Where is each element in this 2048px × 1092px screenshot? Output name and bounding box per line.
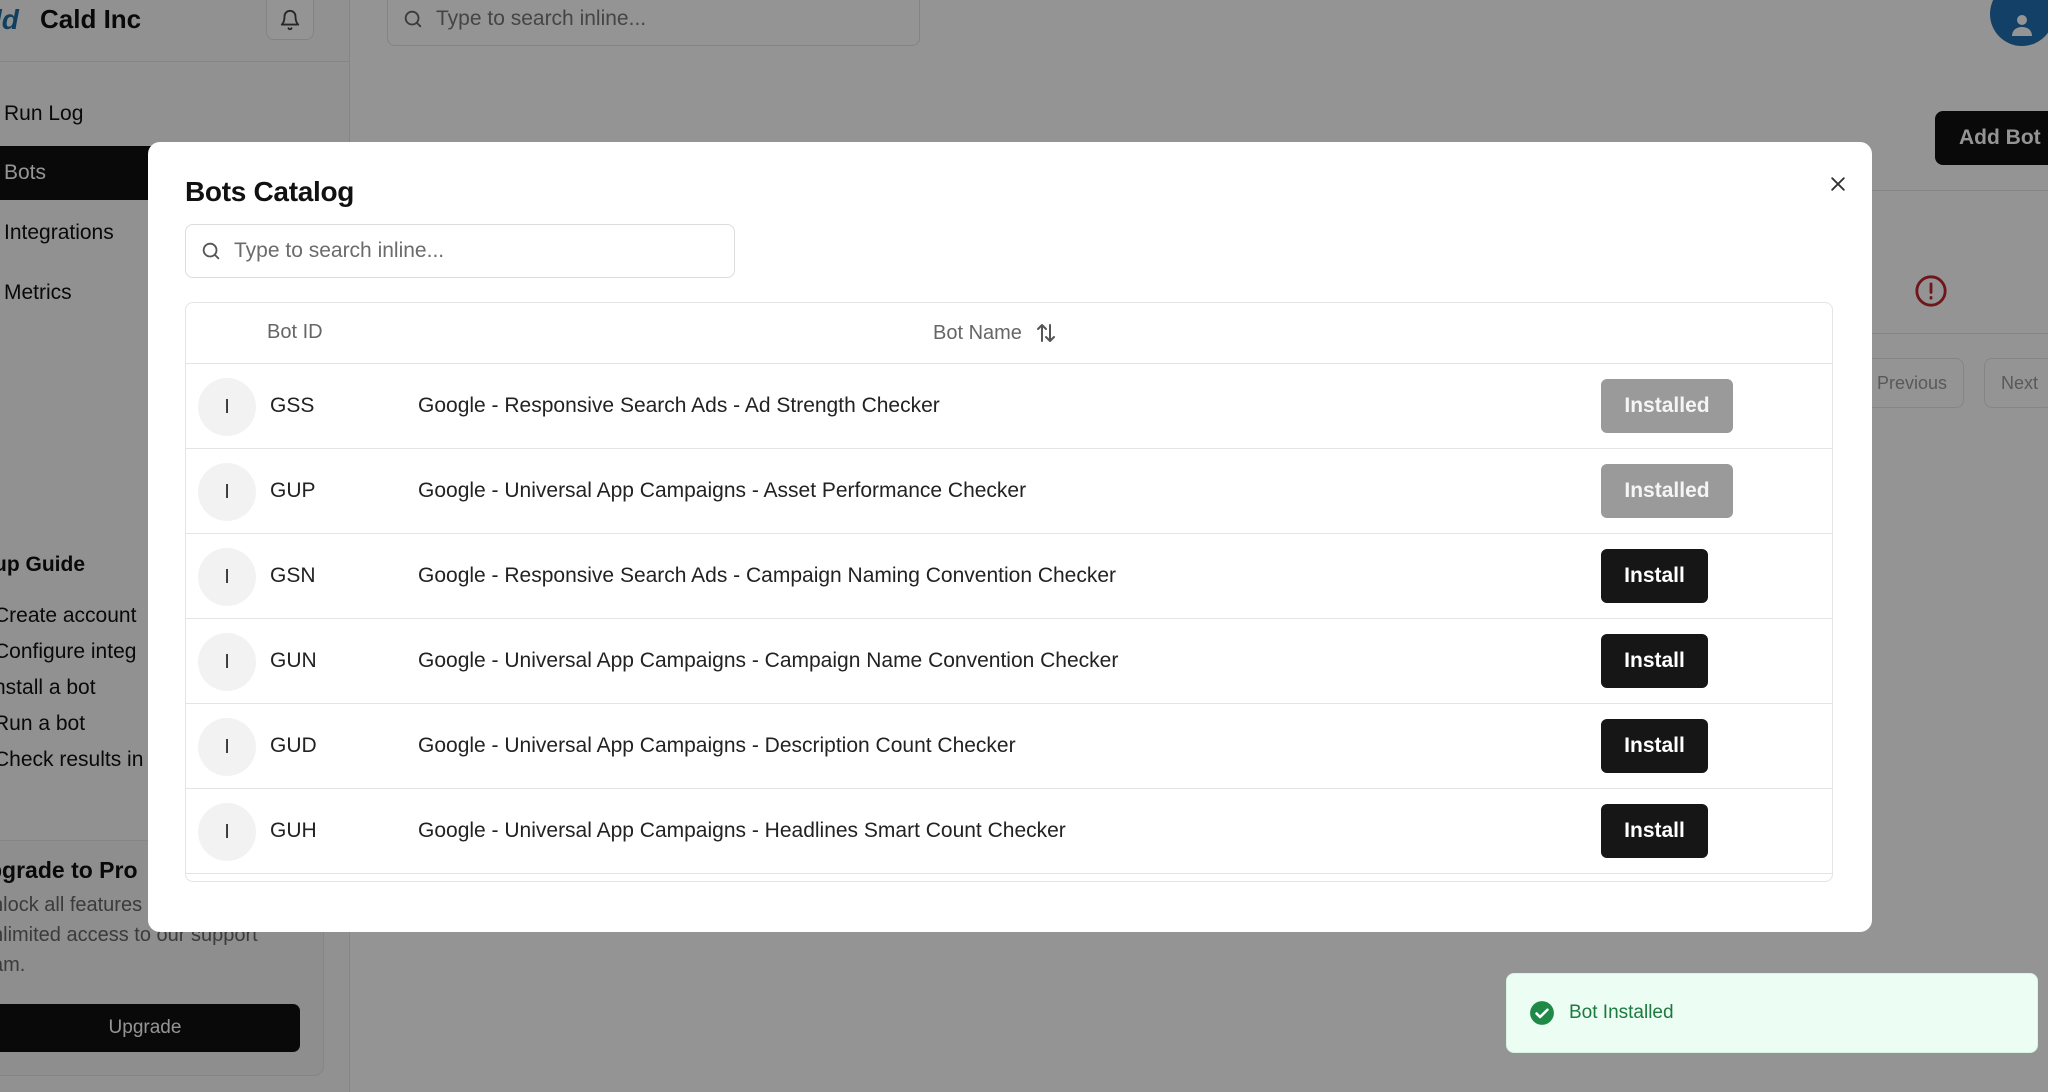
table-row: I GUD Google - Universal App Campaigns -… — [186, 704, 1832, 789]
close-icon — [1831, 177, 1845, 191]
table-row: I GSN Google - Responsive Search Ads - C… — [186, 534, 1832, 619]
install-button[interactable]: Install — [1601, 719, 1708, 773]
install-button[interactable]: Install — [1601, 634, 1708, 688]
bot-name: Google - Universal App Campaigns - Campa… — [418, 649, 1119, 672]
bot-name: Google - Universal App Campaigns - Headl… — [418, 819, 1066, 842]
bot-avatar: I — [198, 718, 256, 776]
bot-id: GUN — [270, 649, 317, 672]
bot-name: Google - Universal App Campaigns - Asset… — [418, 479, 1027, 502]
bot-avatar: I — [198, 548, 256, 606]
column-header-bot-id[interactable]: Bot ID — [267, 321, 323, 344]
check-circle-icon — [1530, 1001, 1554, 1025]
column-header-label: Bot Name — [933, 321, 1022, 344]
bot-id: GUP — [270, 479, 316, 502]
installed-button[interactable]: Installed — [1601, 379, 1733, 433]
sort-icon[interactable] — [1034, 321, 1058, 345]
bots-catalog-modal: Bots Catalog Type to search inline... Bo… — [148, 142, 1872, 932]
install-button[interactable]: Install — [1601, 804, 1708, 858]
search-placeholder: Type to search inline... — [234, 239, 445, 262]
install-button[interactable]: Install — [1601, 549, 1708, 603]
toast-message: Bot Installed — [1569, 1002, 1674, 1023]
bot-id: GSN — [270, 564, 316, 587]
bots-table: Bot ID Bot Name I GSS Google - Responsiv… — [185, 302, 1833, 882]
bot-avatar: I — [198, 633, 256, 691]
bot-name: Google - Responsive Search Ads - Campaig… — [418, 564, 1117, 587]
modal-title: Bots Catalog — [185, 176, 355, 207]
bot-id: GSS — [270, 394, 315, 417]
bot-avatar: I — [198, 378, 256, 436]
success-toast: Bot Installed — [1506, 973, 2038, 1053]
table-header: Bot ID Bot Name — [186, 303, 1832, 364]
table-row: I GSS Google - Responsive Search Ads - A… — [186, 364, 1832, 449]
search-icon — [202, 242, 220, 260]
column-header-bot-name[interactable]: Bot Name — [933, 321, 1058, 345]
bot-name: Google - Universal App Campaigns - Descr… — [418, 734, 1016, 757]
bot-avatar: I — [198, 803, 256, 861]
bot-id: GUD — [270, 734, 317, 757]
installed-button[interactable]: Installed — [1601, 464, 1733, 518]
catalog-search-input[interactable]: Type to search inline... — [185, 224, 735, 278]
table-row: I GUH Google - Universal App Campaigns -… — [186, 789, 1832, 874]
table-row: I GUN Google - Universal App Campaigns -… — [186, 619, 1832, 704]
close-button[interactable] — [1820, 166, 1856, 202]
table-row: I GUP Google - Universal App Campaigns -… — [186, 449, 1832, 534]
bot-name: Google - Responsive Search Ads - Ad Stre… — [418, 394, 940, 417]
bot-avatar: I — [198, 463, 256, 521]
bot-id: GUH — [270, 819, 317, 842]
